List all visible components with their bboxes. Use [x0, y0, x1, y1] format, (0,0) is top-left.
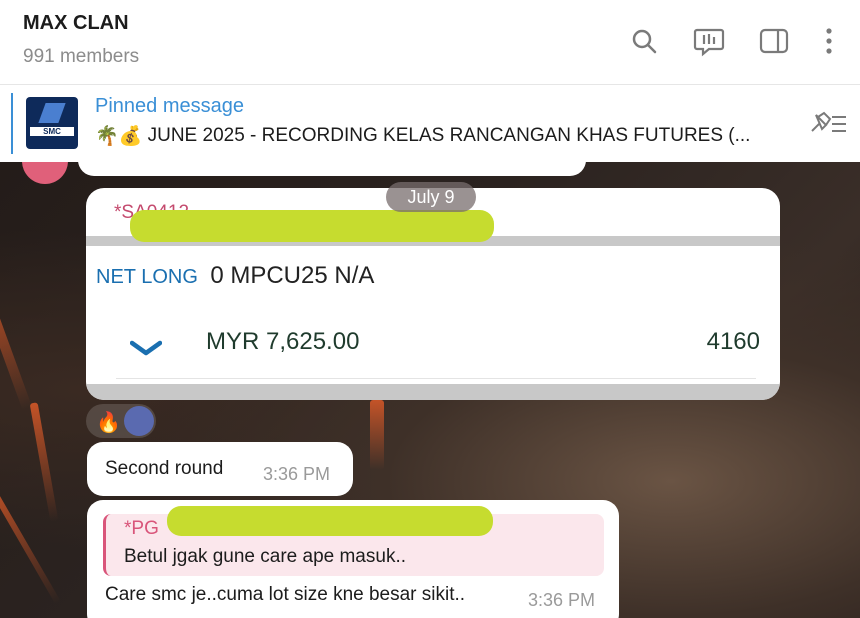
quote-author: *PG: [124, 518, 159, 539]
redaction-mark: [167, 506, 493, 536]
background-decoration: [0, 284, 32, 410]
live-stream-icon[interactable]: [692, 24, 726, 58]
pinned-thumbnail: SMC: [26, 97, 78, 149]
contract-label: 0 MPCU25 N/A: [210, 262, 375, 289]
divider: [86, 384, 780, 400]
reactions-bar[interactable]: 🔥: [86, 404, 156, 438]
thumbnail-text: SMC: [30, 127, 74, 136]
redaction-mark: [130, 210, 494, 242]
more-options-icon[interactable]: [812, 24, 846, 58]
previous-message-bubble: [78, 162, 586, 176]
background-decoration: [370, 400, 384, 470]
chevron-down-icon[interactable]: [129, 340, 163, 361]
quantity-value: 4160: [706, 328, 760, 355]
divider: [116, 378, 756, 379]
pinned-message-bar[interactable]: SMC Pinned message 🌴💰 JUNE 2025 - RECORD…: [0, 85, 860, 162]
position-line: NET LONG 0 MPCU25 N/A: [96, 262, 374, 290]
sidebar-toggle-icon[interactable]: [757, 24, 791, 58]
pinned-label: Pinned message: [95, 95, 244, 117]
pinned-text-content: JUNE 2025 - RECORDING KELAS RANCANGAN KH…: [147, 125, 751, 146]
fire-reaction-icon[interactable]: 🔥: [96, 410, 121, 435]
background-decoration: [29, 402, 59, 522]
message-bubble[interactable]: *PG Betul jgak gune care ape masuk.. Car…: [87, 500, 619, 618]
search-icon[interactable]: [627, 24, 661, 58]
trade-card-message[interactable]: *SA0412 NET LONG 0 MPCU25 N/A MYR 7,625.…: [86, 188, 780, 400]
chat-header: MAX CLAN 991 members: [0, 0, 860, 85]
message-text: Second round: [105, 458, 224, 479]
quote-text: Betul jgak gune care ape masuk..: [124, 546, 407, 567]
chat-area[interactable]: *SA0412 NET LONG 0 MPCU25 N/A MYR 7,625.…: [0, 162, 860, 618]
date-separator: July 9: [386, 182, 476, 212]
amount-value: MYR 7,625.00: [206, 328, 360, 355]
net-long-label: NET LONG: [96, 266, 198, 288]
pinned-indicator: [11, 93, 13, 154]
message-bubble[interactable]: Second round 3:36 PM: [87, 442, 353, 496]
message-time: 3:36 PM: [528, 590, 596, 610]
avatar[interactable]: [22, 162, 68, 184]
pinned-emoji: 🌴💰: [95, 126, 143, 147]
member-count: 991 members: [23, 46, 140, 67]
pinned-list-icon[interactable]: [806, 109, 846, 139]
reactor-avatar[interactable]: [124, 406, 154, 436]
chat-title[interactable]: MAX CLAN: [23, 12, 129, 35]
message-time: 3:36 PM: [263, 464, 331, 484]
message-text: Care smc je..cuma lot size kne besar sik…: [105, 584, 466, 605]
pinned-text: 🌴💰 JUNE 2025 - RECORDING KELAS RANCANGAN…: [95, 124, 750, 148]
